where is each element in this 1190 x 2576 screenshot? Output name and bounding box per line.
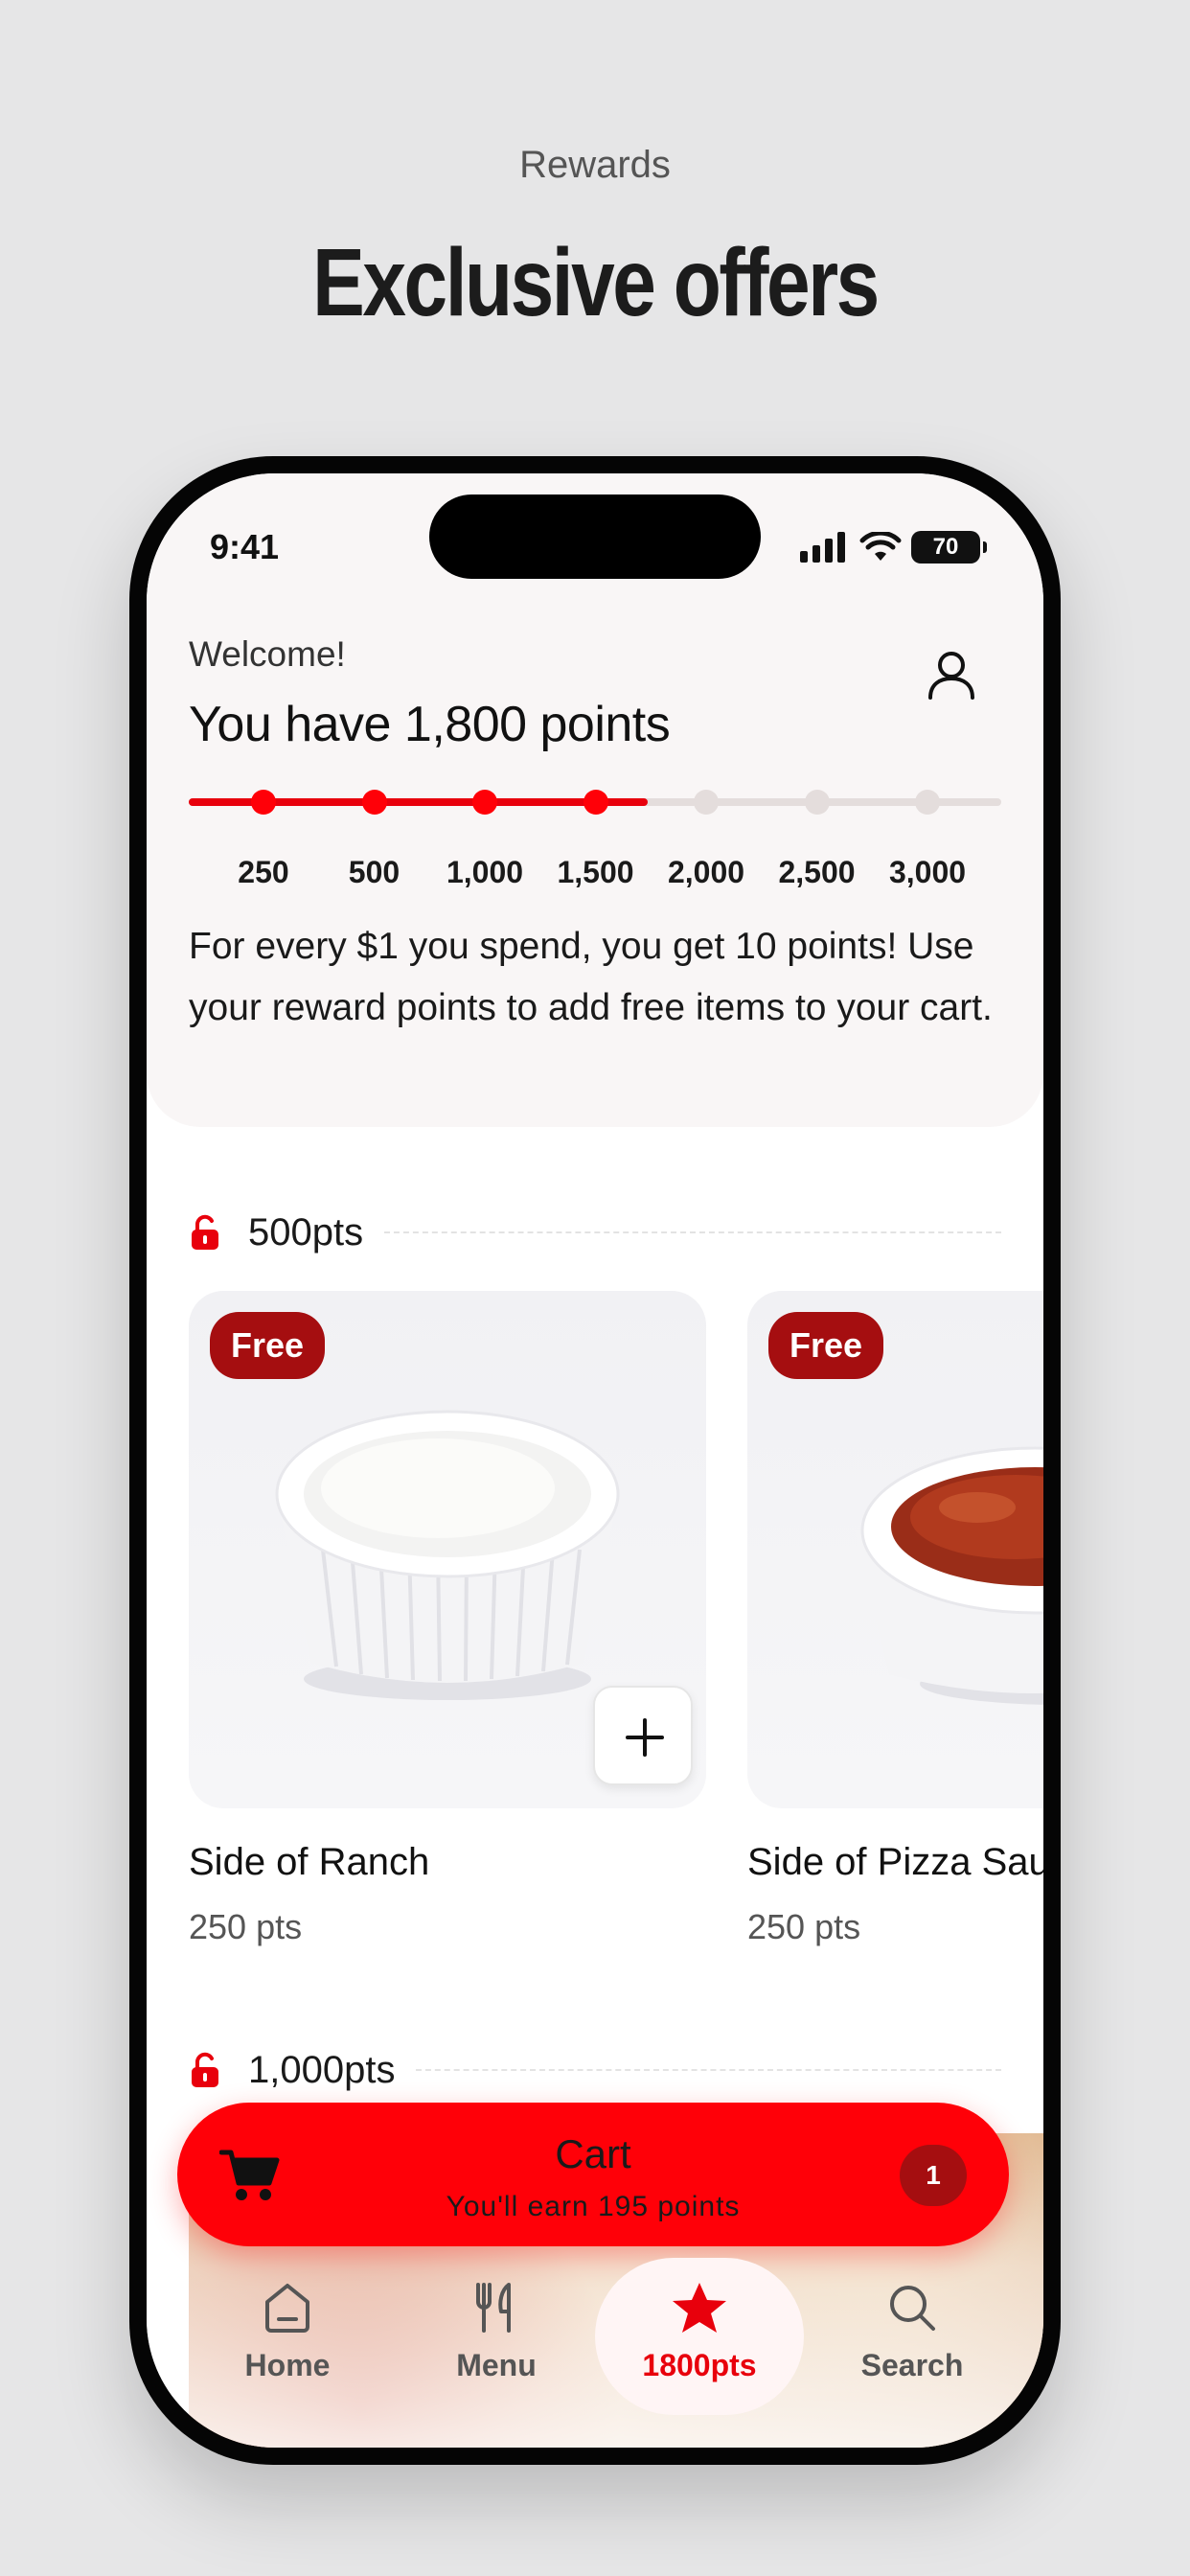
reward-card[interactable]: Free Side of Ranch 250 pts bbox=[189, 1291, 706, 1947]
hero-subtitle: Rewards bbox=[519, 144, 671, 186]
tab-label: Menu bbox=[456, 2348, 537, 2382]
plus-icon bbox=[626, 1718, 664, 1757]
item-name: Side of Ranch bbox=[189, 1841, 430, 1883]
fork-knife-icon bbox=[476, 2283, 511, 2333]
tier-label: 1,000pts bbox=[248, 2048, 396, 2091]
wifi-icon bbox=[859, 532, 902, 561]
milestone-dot bbox=[915, 790, 940, 815]
milestone-dot bbox=[583, 790, 608, 815]
phone-frame: 9:41 70 Welcome! You have 1,800 points 2… bbox=[129, 456, 1061, 2465]
points-title: You have 1,800 points bbox=[189, 697, 671, 752]
tab-label: 1800pts bbox=[642, 2348, 757, 2382]
free-badge: Free bbox=[210, 1312, 326, 1379]
cart-button[interactable]: Cart You'll earn 195 points 1 bbox=[177, 2103, 1009, 2246]
status-time: 9:41 bbox=[210, 527, 280, 566]
pizza-sauce-image[interactable]: Free bbox=[747, 1291, 1043, 1808]
free-badge: Free bbox=[768, 1312, 884, 1379]
cart-title: Cart bbox=[555, 2131, 631, 2176]
milestone-label: 3,000 bbox=[888, 855, 967, 889]
milestone-dot bbox=[472, 790, 497, 815]
home-icon bbox=[265, 2284, 309, 2333]
tab-search[interactable]: Search bbox=[808, 2258, 1017, 2415]
status-icons: 70 bbox=[800, 531, 987, 564]
points-progress-bar bbox=[189, 790, 1001, 815]
add-to-cart-button[interactable] bbox=[593, 1686, 693, 1785]
dynamic-island bbox=[429, 494, 761, 579]
bottom-tab-bar: Home Menu 1800pts Search bbox=[147, 2258, 1043, 2421]
ranch-image[interactable]: Free bbox=[189, 1291, 706, 1808]
points-explanation: For every $1 you spend, you get 10 point… bbox=[189, 926, 993, 1028]
tier-header-500: 500pts bbox=[189, 1204, 1001, 1261]
tier-label: 500pts bbox=[248, 1210, 364, 1254]
cart-earn-points: You'll earn 195 points bbox=[446, 2191, 741, 2222]
cellular-signal-icon bbox=[800, 532, 845, 563]
tab-home[interactable]: Home bbox=[183, 2258, 392, 2415]
battery-icon: 70 bbox=[911, 531, 987, 564]
tab-label: Home bbox=[244, 2348, 331, 2382]
tier-header-1000: 1,000pts bbox=[189, 2041, 1001, 2099]
milestone-dot bbox=[251, 790, 276, 815]
milestone-dot bbox=[804, 790, 830, 815]
milestone-dot bbox=[361, 790, 387, 815]
tab-menu[interactable]: Menu bbox=[392, 2258, 601, 2415]
star-icon bbox=[673, 2283, 726, 2333]
unlocked-icon bbox=[192, 2052, 218, 2087]
app-screen: 9:41 70 Welcome! You have 1,800 points 2… bbox=[147, 473, 1043, 2448]
search-icon bbox=[890, 2286, 935, 2331]
tier-divider bbox=[416, 2069, 1001, 2071]
reward-card[interactable]: Free Side of Pizza Sauce 250 pts bbox=[747, 1291, 1043, 1947]
item-points: 250 pts bbox=[747, 1907, 861, 1946]
hero-title: Exclusive offers bbox=[312, 229, 880, 336]
item-name: Side of Pizza Sauce bbox=[747, 1841, 1043, 1883]
unlocked-icon bbox=[192, 1214, 218, 1250]
item-points: 250 pts bbox=[189, 1907, 303, 1946]
cart-count-badge: 1 bbox=[900, 2145, 967, 2206]
tab-rewards[interactable]: 1800pts bbox=[595, 2258, 804, 2415]
milestone-dot bbox=[694, 790, 719, 815]
welcome-text: Welcome! bbox=[189, 634, 346, 674]
tab-label: Search bbox=[860, 2348, 964, 2382]
profile-icon[interactable] bbox=[923, 646, 980, 703]
tier-divider bbox=[384, 1231, 1001, 1233]
